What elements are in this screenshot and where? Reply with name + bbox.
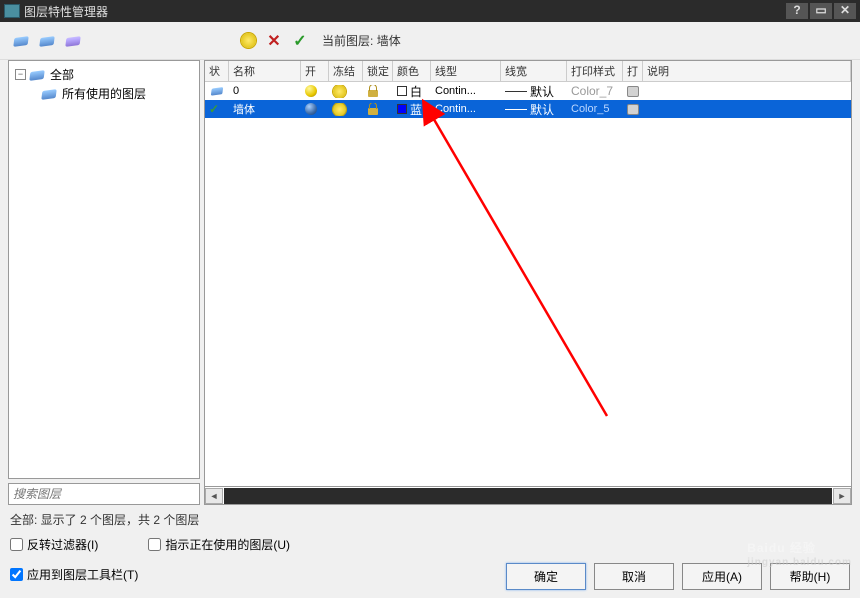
col-on[interactable]: 开: [301, 61, 329, 81]
col-freeze[interactable]: 冻结: [329, 61, 363, 81]
tree-node-used-layers[interactable]: 所有使用的图层: [13, 84, 195, 103]
expander-icon[interactable]: −: [15, 69, 26, 80]
col-lock[interactable]: 锁定: [363, 61, 393, 81]
cell-plotstyle: Color_7: [567, 84, 623, 98]
printer-icon[interactable]: [627, 104, 639, 115]
printer-icon[interactable]: [627, 86, 639, 97]
help-button[interactable]: 帮助(H): [770, 563, 850, 590]
status-line: 全部: 显示了 2 个图层，共 2 个图层: [10, 511, 850, 528]
cell-name[interactable]: 墙体: [229, 101, 301, 117]
color-swatch: [397, 86, 407, 96]
cell-linetype[interactable]: Contin...: [431, 85, 501, 97]
scroll-left-arrow[interactable]: ◄: [205, 488, 223, 504]
tree-root-all[interactable]: − 全部: [13, 65, 195, 84]
sun-icon[interactable]: [333, 85, 346, 98]
layer-states-icon[interactable]: [64, 32, 84, 50]
color-swatch: [397, 104, 407, 114]
table-row[interactable]: ✓ 墙体 蓝 Contin... 默认 Color_5: [205, 100, 851, 118]
current-layer-display: 当前图层: 墙体: [322, 32, 401, 49]
cell-color[interactable]: 白: [393, 83, 431, 100]
table-row[interactable]: 0 白 Contin... 默认 Color_7: [205, 82, 851, 100]
col-name[interactable]: 名称: [229, 61, 301, 81]
ok-button[interactable]: 确定: [506, 563, 586, 590]
col-lineweight[interactable]: 线宽: [501, 61, 567, 81]
toolbar: ✕ ✓ 当前图层: 墙体: [0, 22, 860, 60]
delete-layer-icon[interactable]: ✕: [264, 32, 284, 50]
horizontal-scrollbar[interactable]: ◄ ►: [204, 487, 852, 505]
bulb-on-icon[interactable]: [305, 103, 317, 115]
layers-icon: [41, 87, 59, 101]
bulb-on-icon[interactable]: [305, 85, 317, 97]
search-input[interactable]: [8, 483, 200, 505]
col-desc[interactable]: 说明: [643, 61, 851, 81]
layer-grid[interactable]: 状 名称 开 冻结 锁定 颜色 线型 线宽 打印样式 打 说明 0: [204, 60, 852, 487]
status-icon: [211, 85, 224, 96]
cell-linetype[interactable]: Contin...: [431, 103, 501, 115]
scroll-track[interactable]: [224, 488, 832, 504]
tree-child-label: 所有使用的图层: [62, 85, 146, 102]
current-check-icon: ✓: [209, 102, 219, 116]
filter-tree[interactable]: − 全部 所有使用的图层: [8, 60, 200, 479]
tree-root-label: 全部: [50, 66, 74, 83]
grid-header: 状 名称 开 冻结 锁定 颜色 线型 线宽 打印样式 打 说明: [205, 61, 851, 82]
invert-filter-checkbox[interactable]: 反转过滤器(I): [10, 536, 98, 553]
maximize-button[interactable]: ▭: [810, 3, 832, 19]
indicate-in-use-checkbox[interactable]: 指示正在使用的图层(U): [148, 536, 290, 553]
cell-color[interactable]: 蓝: [393, 101, 431, 118]
new-layer-icon[interactable]: [238, 32, 258, 50]
cell-name[interactable]: 0: [229, 85, 301, 97]
col-plot[interactable]: 打: [623, 61, 643, 81]
apply-button[interactable]: 应用(A): [682, 563, 762, 590]
lock-icon[interactable]: [367, 103, 379, 115]
lock-icon[interactable]: [367, 85, 379, 97]
apply-toolbar-checkbox[interactable]: 应用到图层工具栏(T): [10, 566, 138, 583]
app-icon: [4, 4, 20, 18]
new-filter-icon[interactable]: [12, 32, 32, 50]
cancel-button[interactable]: 取消: [594, 563, 674, 590]
scroll-right-arrow[interactable]: ►: [833, 488, 851, 504]
col-plotstyle[interactable]: 打印样式: [567, 61, 623, 81]
col-linetype[interactable]: 线型: [431, 61, 501, 81]
col-color[interactable]: 颜色: [393, 61, 431, 81]
new-group-filter-icon[interactable]: [38, 32, 58, 50]
cell-lineweight[interactable]: 默认: [501, 101, 567, 118]
help-button[interactable]: ?: [786, 3, 808, 19]
set-current-icon[interactable]: ✓: [290, 32, 310, 50]
sun-icon[interactable]: [333, 103, 346, 116]
cell-lineweight[interactable]: 默认: [501, 83, 567, 100]
col-status[interactable]: 状: [205, 61, 229, 81]
cell-plotstyle: Color_5: [567, 103, 623, 115]
titlebar: 图层特性管理器 ? ▭ ✕: [0, 0, 860, 22]
window-title: 图层特性管理器: [24, 3, 786, 20]
layers-icon: [29, 68, 47, 82]
close-button[interactable]: ✕: [834, 3, 856, 19]
